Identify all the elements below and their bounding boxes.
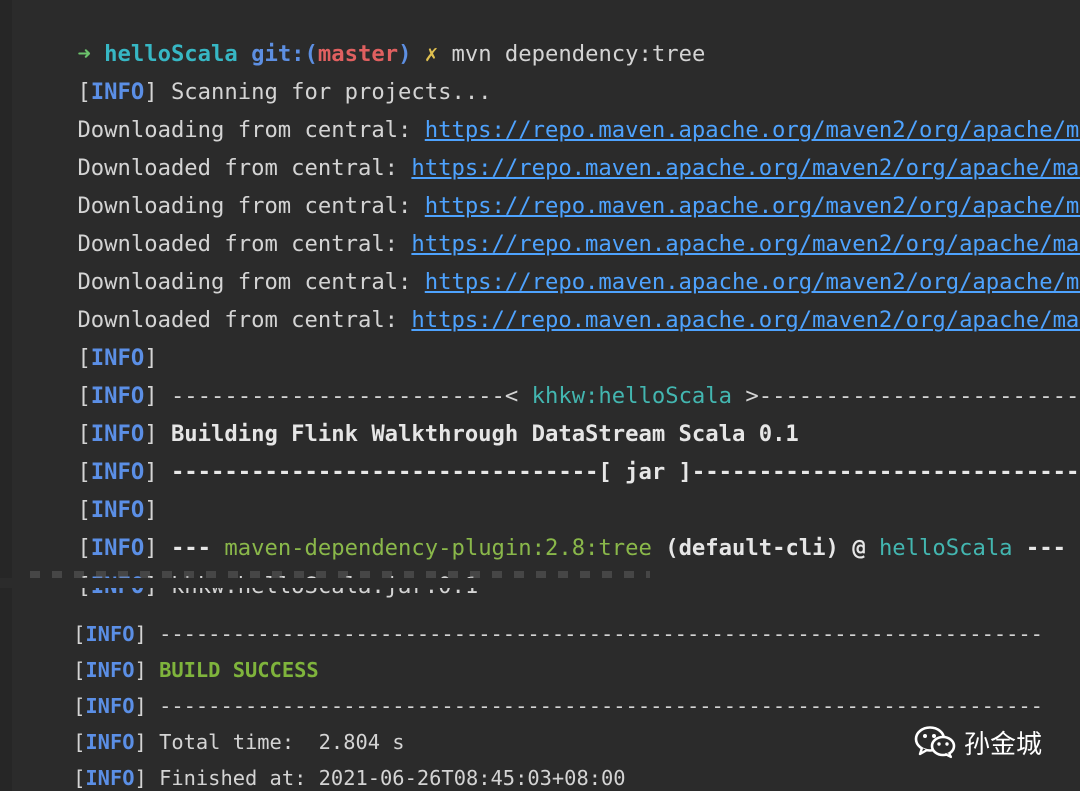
prompt-line: ➜ helloScala git:(master) ✗ mvn dependen… (24, 9, 705, 67)
log-text: --- (1012, 535, 1066, 561)
plugin-goal: (default-cli) (651, 535, 839, 561)
log-line-plugin: [INFO] --- maven-dependency-plugin:2.8:t… (77, 535, 1066, 561)
log-line-building: [INFO] Building Flink Walkthrough DataSt… (77, 421, 799, 447)
plugin-project: helloScala (878, 535, 1013, 561)
log-line-separator-2: [INFO] ---------------------------------… (73, 694, 1043, 718)
log-line-downloaded-1: Downloaded from central: https://repo.ma… (24, 123, 1080, 181)
log-line-downloading-3: Downloading from central: https://repo.m… (24, 237, 1080, 295)
wechat-icon (914, 726, 956, 759)
log-line-downloaded-3: Downloaded from central: https://repo.ma… (24, 275, 1080, 333)
log-line-empty-2: [INFO] (77, 497, 158, 523)
log-line-downloading-2: Downloading from central: https://repo.m… (24, 161, 1080, 219)
image-splice-divider (0, 578, 1080, 588)
log-line-artifact-header: [INFO] -------------------------< khkw:h… (24, 351, 1080, 409)
log-line-build-success: [INFO] BUILD SUCCESS (73, 658, 319, 682)
terminal-gutter (0, 0, 12, 791)
log-line-downloading-1: Downloading from central: https://repo.m… (24, 85, 1080, 143)
log-line-separator-3: [INFO] ---------------------------------… (24, 769, 1043, 791)
watermark-text: 孙金城 (964, 729, 1043, 760)
log-line-separator-1: [INFO] ---------------------------------… (73, 622, 1043, 646)
log-line-scanning: [INFO] Scanning for projects... (77, 79, 492, 105)
log-line-downloaded-2: Downloaded from central: https://repo.ma… (24, 199, 1080, 257)
watermark: 孙金城 (914, 724, 1042, 760)
log-line-tree-root: [INFO] khkw:helloScala:jar:0.1 (24, 541, 478, 599)
download-link[interactable]: https://repo.maven.apache.org/maven2/org… (411, 307, 1080, 333)
log-text: --------------------------------[ jar ]-… (170, 459, 1080, 485)
log-line-jar: [INFO] --------------------------------[… (24, 427, 1080, 485)
log-text: @ (838, 535, 879, 561)
terminal-window[interactable]: ➜ helloScala git:(master) ✗ mvn dependen… (0, 0, 1080, 791)
log-line-empty-1: [INFO] (77, 345, 158, 371)
log-line-finished-at: [INFO] Finished at: 2021-06-26T08:45:03+… (73, 766, 626, 790)
log-line-total-time: [INFO] Total time: 2.804 s (73, 730, 405, 754)
